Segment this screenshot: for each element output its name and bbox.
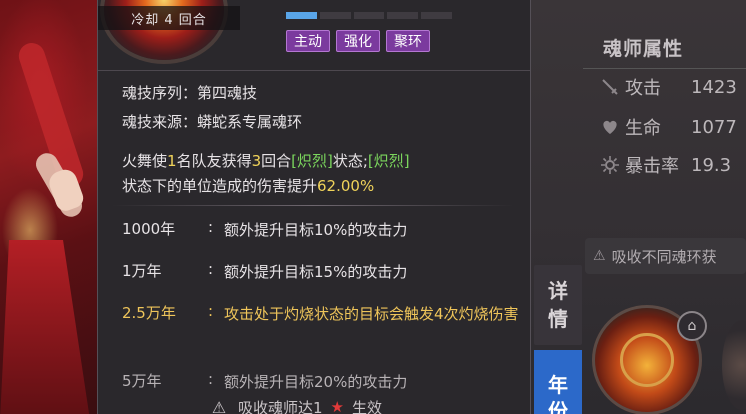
attribute-value: 19.3	[691, 154, 732, 176]
attribute-row-hp: 生命 1077	[599, 112, 737, 142]
skill-description-line1: 火舞使1名队友获得3回合[炽烈]状态;[炽烈]	[122, 150, 410, 171]
desc-text: 火舞使	[122, 152, 168, 170]
attribute-name: 暴击率	[625, 156, 679, 177]
year-label: 5万年	[122, 372, 162, 390]
attribute-panel: 魂师属性 攻击 1423 生命 1077 暴击率 19.3	[583, 30, 746, 195]
year-colon: :	[208, 218, 214, 236]
progress-segment	[387, 12, 419, 19]
year-label: 1000年	[122, 220, 176, 238]
lock-icon[interactable]: ⌂	[677, 311, 707, 341]
desc-text: 回合	[261, 152, 292, 170]
tab-detail-char: 详	[548, 279, 568, 303]
attribute-row-crit: 暴击率 19.3	[599, 150, 731, 180]
sword-icon	[599, 76, 621, 98]
year-bonus-row: 2.5万年 : 攻击处于灼烧状态的目标会触发4次灼烧伤害	[122, 302, 520, 327]
star-icon: ★	[330, 398, 344, 414]
attribute-value: 1077	[691, 116, 737, 138]
skill-tooltip: 冷却 4 回合 主动 强化 聚环 魂技序列：第四魂技 魂技来源：蟒蛇系专属魂环 …	[97, 0, 531, 414]
skill-icon: 冷却 4 回合	[98, 0, 240, 70]
burst-icon	[599, 154, 621, 176]
progress-segment	[353, 12, 385, 19]
progress-segment	[286, 12, 317, 19]
year-label: 2.5万年	[122, 304, 176, 322]
year-colon: :	[208, 370, 214, 388]
header-divider	[98, 70, 530, 71]
skill-order: 魂技序列：第四魂技	[122, 84, 258, 102]
tab-detail-char: 情	[548, 307, 568, 331]
desc-status: [炽烈]	[367, 152, 410, 170]
absorb-hint-bar: ⚠ 吸收不同魂环获	[585, 238, 746, 274]
tag-enhance: 强化	[336, 30, 380, 52]
desc-text: 状态下的单位造成的伤害提升	[122, 177, 318, 195]
tab-detail[interactable]: 详 情	[534, 265, 582, 345]
progress-segment	[319, 12, 351, 19]
year-colon: :	[208, 302, 214, 320]
character-portrait	[0, 0, 100, 414]
year-bonus-text: 攻击处于灼烧状态的目标会触发4次灼烧伤害	[224, 305, 519, 323]
tab-age-char: 份	[548, 399, 568, 414]
attribute-name: 生命	[625, 118, 661, 139]
tab-age[interactable]: 年 份	[534, 350, 582, 414]
skill-progress-bar	[286, 12, 452, 19]
year-bonus-text: 额外提升目标10%的攻击力	[224, 221, 408, 239]
desc-number: 1	[167, 152, 177, 170]
bottom-note: ⚠ 吸收魂师达1 ★ 生效	[208, 396, 382, 414]
desc-text: 名队友获得	[176, 152, 252, 170]
desc-status: [炽烈]	[291, 152, 333, 170]
attribute-value: 1423	[691, 76, 737, 98]
warning-icon: ⚠	[593, 248, 606, 264]
desc-percent: 62.00%	[317, 177, 375, 195]
cooldown-label: 冷却 4 回合	[98, 6, 240, 30]
tab-age-char: 年	[548, 373, 568, 397]
year-bonus-text: 额外提升目标20%的攻击力	[224, 373, 408, 391]
year-bonus-text: 额外提升目标15%的攻击力	[224, 263, 408, 281]
warning-icon: ⚠	[211, 397, 227, 414]
skill-description-line2: 状态下的单位造成的伤害提升62.00%	[122, 175, 374, 196]
attribute-row-attack: 攻击 1423	[599, 72, 737, 102]
soul-ring-inner	[620, 333, 674, 387]
year-colon: :	[208, 260, 214, 278]
year-bonus-row: 5万年 : 额外提升目标20%的攻击力	[122, 370, 524, 395]
bottom-note-prefix: 吸收魂师达1	[238, 398, 323, 414]
tag-active: 主动	[286, 30, 330, 52]
section-divider	[112, 205, 514, 206]
heart-icon	[599, 116, 621, 138]
attribute-title: 魂师属性	[603, 38, 684, 60]
skill-source: 魂技来源：蟒蛇系专属魂环	[122, 113, 303, 131]
year-bonus-row: 1000年 : 额外提升目标10%的攻击力	[122, 218, 524, 243]
tag-ring: 聚环	[386, 30, 430, 52]
year-label: 1万年	[122, 262, 162, 280]
character-dress	[0, 240, 90, 414]
bottom-note-suffix: 生效	[352, 398, 383, 414]
progress-segment	[421, 12, 452, 19]
attribute-divider	[583, 68, 746, 69]
absorb-hint-text: 吸收不同魂环获	[611, 247, 717, 266]
desc-text: 状态;	[332, 152, 368, 170]
attribute-name: 攻击	[625, 78, 661, 99]
skill-tags: 主动 强化 聚环	[286, 30, 430, 52]
year-bonus-row: 1万年 : 额外提升目标15%的攻击力	[122, 260, 524, 285]
desc-number: 3	[251, 152, 262, 170]
